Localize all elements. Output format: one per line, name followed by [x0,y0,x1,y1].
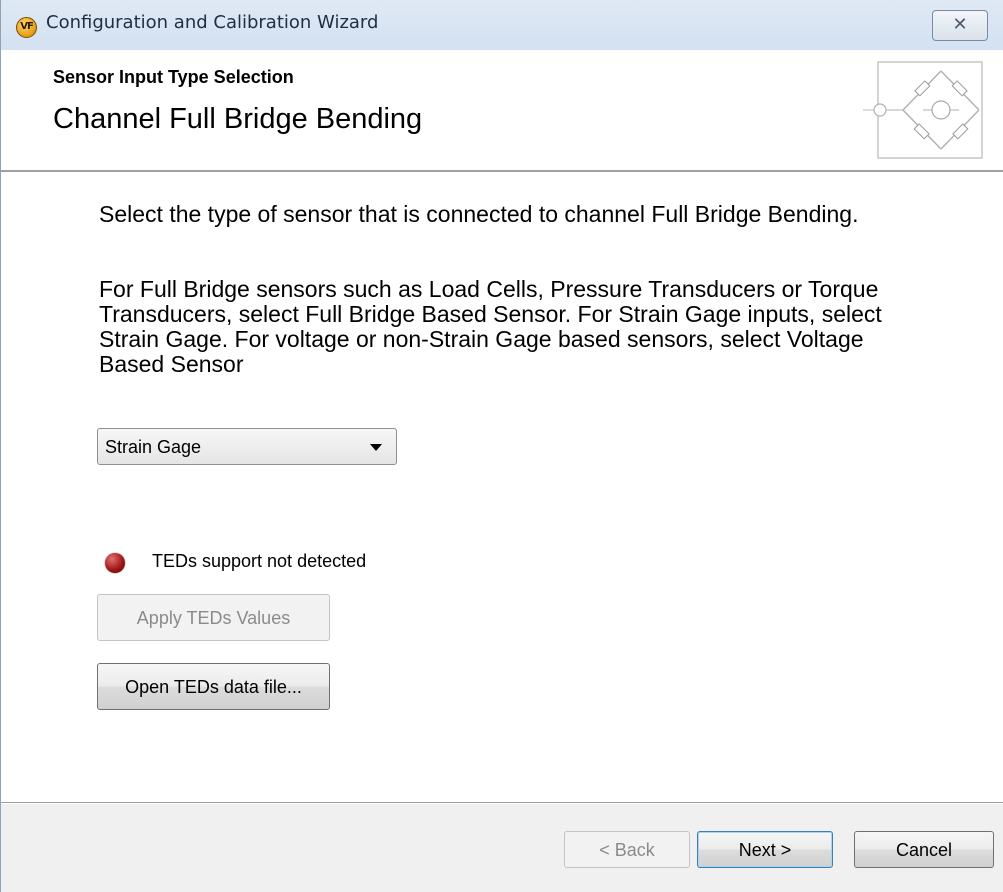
page-title: Channel Full Bridge Bending [53,103,423,135]
chevron-down-icon [370,444,382,451]
cancel-button[interactable]: Cancel [854,831,994,868]
apply-teds-values-button[interactable]: Apply TEDs Values [97,594,330,641]
window-title: Configuration and Calibration Wizard [46,12,379,33]
open-teds-file-label: Open TEDs data file... [125,677,302,697]
back-button-label: < Back [599,840,655,860]
sensor-type-dropdown[interactable]: Strain Gage [97,428,397,465]
app-logo-label: VF [20,21,34,32]
next-button[interactable]: Next > [697,831,833,868]
apply-teds-values-label: Apply TEDs Values [136,608,291,628]
help-text: For Full Bridge sensors such as Load Cel… [99,276,882,377]
cancel-button-label: Cancel [895,840,953,860]
close-icon: ✕ [952,14,968,35]
open-teds-file-button[interactable]: Open TEDs data file... [97,663,330,710]
bridge-circuit-icon [863,61,983,159]
next-button-label: Next > [738,840,792,860]
instruction-text: Select the type of sensor that is connec… [99,201,859,227]
close-button[interactable]: ✕ [932,10,988,41]
back-button[interactable]: < Back [564,831,690,868]
app-logo-icon: VF [16,17,37,38]
title-bar: VF Configuration and Calibration Wizard … [1,0,1003,50]
sensor-type-value: Strain Gage [105,437,202,457]
teds-status-label: TEDs support not detected [152,551,367,571]
wizard-footer [1,804,1003,892]
teds-status-led-icon [105,553,125,573]
page-subtitle: Sensor Input Type Selection [53,67,294,87]
wizard-window: VF Configuration and Calibration Wizard … [0,0,1003,892]
